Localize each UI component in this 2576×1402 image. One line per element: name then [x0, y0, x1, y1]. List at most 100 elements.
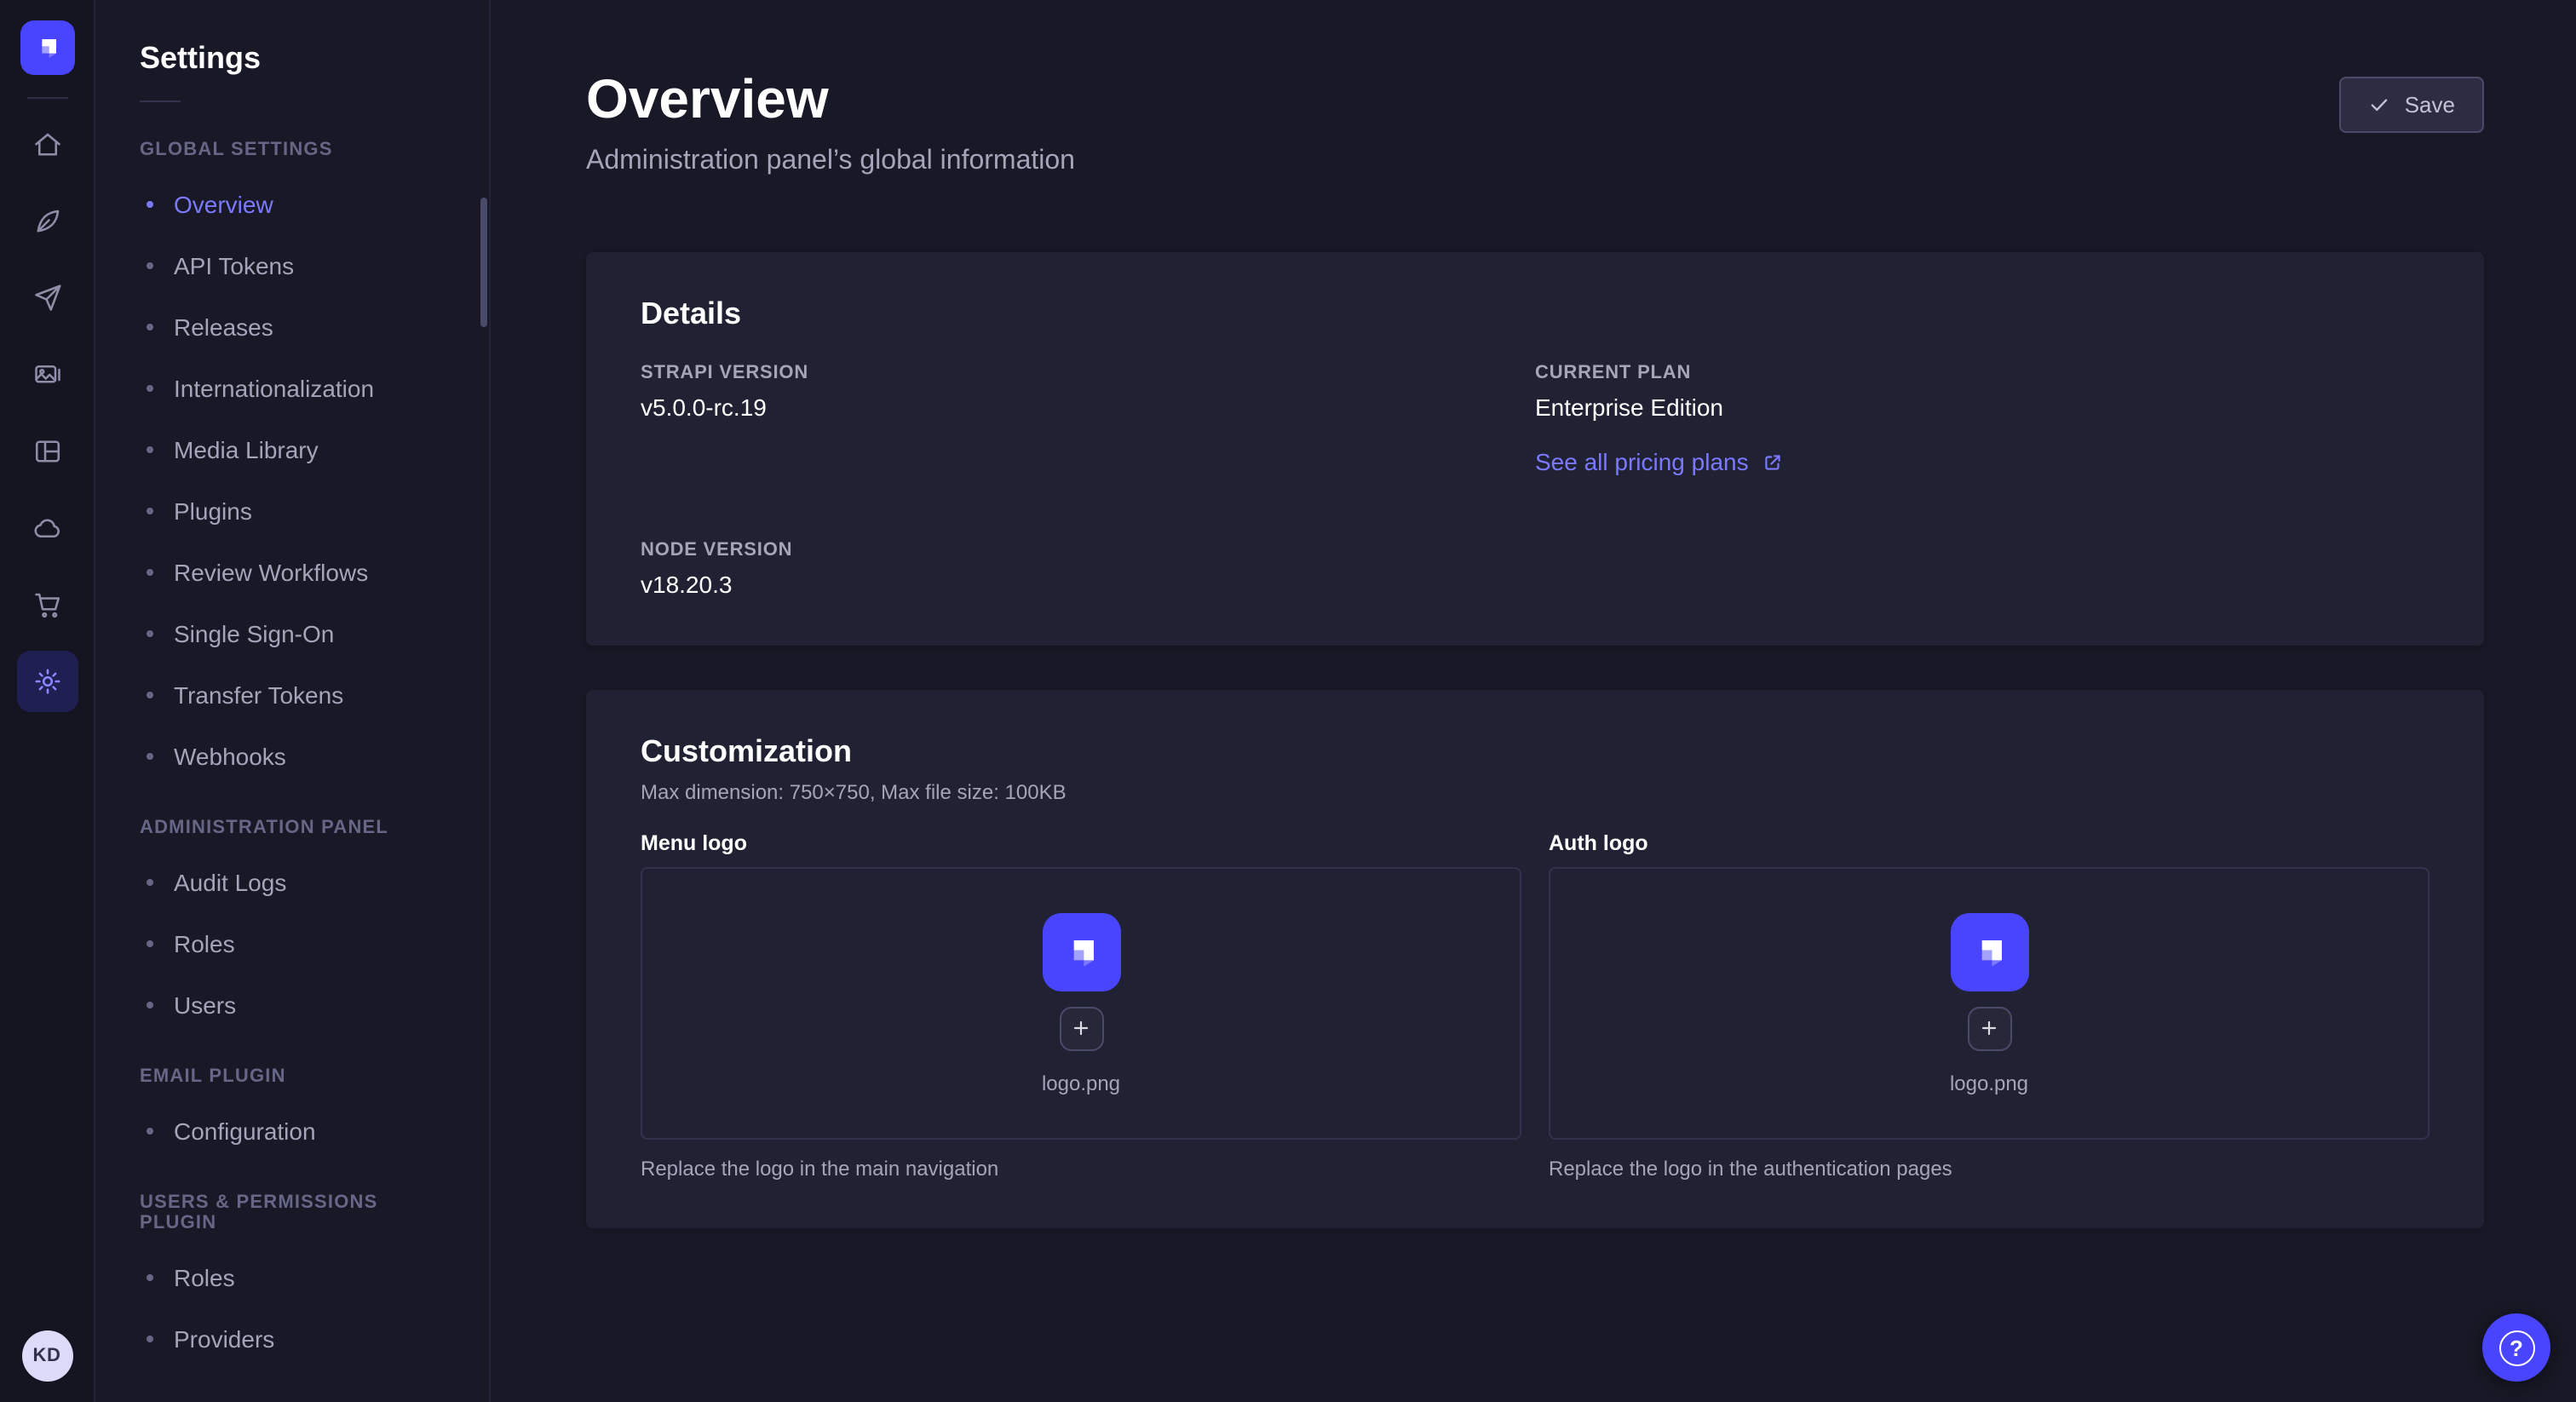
save-button[interactable]: Save [2340, 77, 2484, 133]
plus-icon[interactable] [1967, 1006, 2011, 1050]
app-window: KD Settings GLOBAL SETTINGS Overview API… [0, 0, 2576, 1402]
sidebar-item-internationalization[interactable]: Internationalization [95, 358, 489, 419]
home-icon[interactable] [16, 114, 78, 175]
current-plan-value: Enterprise Edition [1535, 394, 2429, 421]
sidebar-item-label: Transfer Tokens [174, 681, 343, 709]
sidebar-item-label: Audit Logs [174, 869, 286, 896]
bullet-icon [147, 324, 153, 330]
sidebar-item-api-tokens[interactable]: API Tokens [95, 235, 489, 296]
node-version-label: NODE VERSION [641, 540, 1535, 560]
current-plan-label: CURRENT PLAN [1535, 363, 2429, 383]
bullet-icon [147, 385, 153, 392]
sidebar-item-users[interactable]: Users [95, 974, 489, 1036]
external-link-icon [1762, 451, 1785, 473]
pen-icon[interactable] [16, 191, 78, 252]
strapi-version-field: STRAPI VERSION v5.0.0-rc.19 [641, 363, 1535, 479]
settings-sidebar: Settings GLOBAL SETTINGS Overview API To… [95, 0, 491, 1402]
gear-icon[interactable] [16, 651, 78, 712]
sidebar-item-label: Plugins [174, 497, 252, 525]
user-avatar[interactable]: KD [21, 1330, 72, 1382]
auth-logo-upload: Auth logo [1549, 831, 2429, 1181]
sidebar-item-up-roles[interactable]: Roles [95, 1247, 489, 1308]
bullet-icon [147, 201, 153, 208]
page-title: Overview [586, 68, 1075, 131]
sidebar-item-transfer-tokens[interactable]: Transfer Tokens [95, 664, 489, 726]
sidebar-item-label: Roles [174, 1264, 235, 1291]
sidebar-item-label: Review Workflows [174, 559, 368, 586]
sidebar-item-label: Roles [174, 930, 235, 957]
sidebar-item-releases[interactable]: Releases [95, 296, 489, 358]
help-button[interactable]: ? [2482, 1313, 2550, 1382]
page-header: Overview Administration panel’s global i… [586, 68, 2484, 177]
logo-uploads: Menu logo [641, 831, 2429, 1181]
bullet-icon [147, 753, 153, 760]
auth-logo-caption: Replace the logo in the authentication p… [1549, 1157, 2429, 1181]
auth-logo-label: Auth logo [1549, 831, 2429, 855]
sidebar-item-audit-logs[interactable]: Audit Logs [95, 852, 489, 913]
plus-icon[interactable] [1059, 1006, 1103, 1050]
bullet-icon [147, 262, 153, 269]
bullet-icon [147, 630, 153, 637]
sidebar-item-plugins[interactable]: Plugins [95, 480, 489, 542]
sidebar-item-label: Overview [174, 191, 273, 218]
section-administration-panel: ADMINISTRATION PANEL [95, 787, 489, 852]
sidebar-item-label: Single Sign-On [174, 620, 334, 647]
sidebar-item-label: API Tokens [174, 252, 294, 279]
sidebar-item-configuration[interactable]: Configuration [95, 1100, 489, 1162]
question-mark-icon: ? [2498, 1330, 2534, 1365]
sidebar-title: Settings [95, 41, 489, 77]
save-button-label: Save [2405, 92, 2455, 118]
details-card-title: Details [641, 296, 2429, 332]
menu-logo-upload: Menu logo [641, 831, 1521, 1181]
strapi-logo-icon [1950, 912, 2028, 991]
check-icon [2369, 94, 2391, 116]
bullet-icon [147, 569, 153, 576]
sidebar-item-overview[interactable]: Overview [95, 174, 489, 235]
bullet-icon [147, 446, 153, 453]
icon-rail: KD [0, 0, 95, 1402]
bullet-icon [147, 1274, 153, 1281]
rail-divider [26, 97, 67, 99]
sidebar-item-media-library[interactable]: Media Library [95, 419, 489, 480]
sidebar-item-label: Releases [174, 313, 273, 341]
page-subtitle: Administration panel’s global informatio… [586, 147, 1075, 177]
sidebar-item-label: Media Library [174, 436, 319, 463]
pricing-plans-link[interactable]: See all pricing plans [1535, 448, 1785, 475]
bullet-icon [147, 1128, 153, 1135]
strapi-logo-icon [1042, 912, 1120, 991]
sidebar-item-single-sign-on[interactable]: Single Sign-On [95, 603, 489, 664]
sidebar-item-label: Users [174, 991, 236, 1019]
customization-subtitle: Max dimension: 750×750, Max file size: 1… [641, 780, 2429, 804]
sidebar-item-admin-roles[interactable]: Roles [95, 913, 489, 974]
sidebar-item-providers[interactable]: Providers [95, 1308, 489, 1370]
node-version-field: NODE VERSION v18.20.3 [641, 540, 1535, 598]
bullet-icon [147, 1336, 153, 1342]
customization-card-title: Customization [641, 734, 2429, 770]
sidebar-item-label: Configuration [174, 1118, 316, 1145]
strapi-version-label: STRAPI VERSION [641, 363, 1535, 383]
sidebar-scrollbar-thumb[interactable] [480, 198, 487, 327]
strapi-logo[interactable] [20, 20, 74, 75]
sidebar-item-label: Webhooks [174, 743, 286, 770]
menu-logo-dropzone[interactable]: logo.png [641, 867, 1521, 1140]
customization-card: Customization Max dimension: 750×750, Ma… [586, 690, 2484, 1228]
details-card: Details STRAPI VERSION v5.0.0-rc.19 CURR… [586, 252, 2484, 646]
cloud-icon[interactable] [16, 497, 78, 559]
pricing-plans-link-label: See all pricing plans [1535, 448, 1749, 475]
sidebar-title-divider [140, 101, 181, 102]
bullet-icon [147, 1002, 153, 1008]
cart-icon[interactable] [16, 574, 78, 635]
menu-logo-filename: logo.png [1042, 1071, 1120, 1095]
main-content: Overview Administration panel’s global i… [491, 0, 2576, 1402]
pictures-icon[interactable] [16, 344, 78, 405]
node-version-value: v18.20.3 [641, 571, 1535, 598]
auth-logo-dropzone[interactable]: logo.png [1549, 867, 2429, 1140]
layout-icon[interactable] [16, 421, 78, 482]
sidebar-item-review-workflows[interactable]: Review Workflows [95, 542, 489, 603]
sidebar-item-webhooks[interactable]: Webhooks [95, 726, 489, 787]
section-users-permissions-plugin: USERS & PERMISSIONS PLUGIN [95, 1162, 489, 1247]
paper-plane-icon[interactable] [16, 267, 78, 329]
bullet-icon [147, 940, 153, 947]
page-header-text: Overview Administration panel’s global i… [586, 68, 1075, 177]
details-grid: STRAPI VERSION v5.0.0-rc.19 CURRENT PLAN… [641, 363, 2429, 598]
